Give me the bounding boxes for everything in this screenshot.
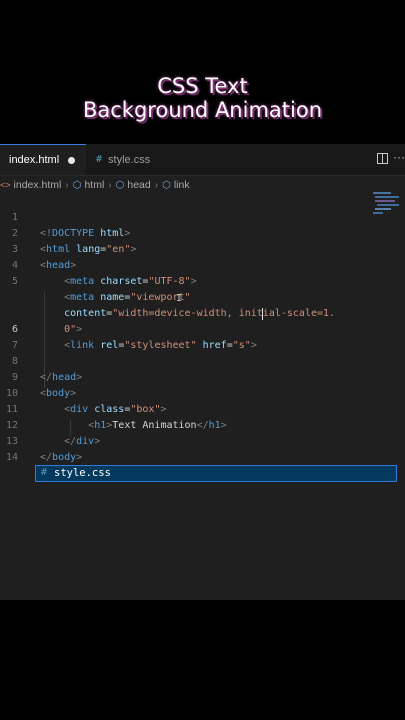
code-line: 5 <meta name="viewport"	[0, 258, 405, 303]
suggestion-label: style.css	[54, 467, 111, 479]
breadcrumb-head[interactable]: head	[127, 179, 150, 191]
text-caret	[262, 308, 263, 320]
element-icon: ⬡	[115, 179, 125, 191]
code-line: 13 </body>	[0, 418, 405, 463]
breadcrumb-html[interactable]: html	[84, 179, 104, 191]
code-line: 8 </head>	[0, 338, 405, 383]
chevron-right-icon: ›	[154, 179, 159, 191]
tab-label: index.html	[9, 154, 60, 166]
chevron-right-icon: ›	[65, 179, 69, 191]
html-file-icon: <>	[0, 180, 11, 190]
video-title-line1: CSS Text	[157, 74, 248, 98]
unsaved-dot-icon	[68, 156, 76, 164]
video-title-line2: Background Animation	[82, 98, 323, 122]
line-number: 14	[5, 452, 18, 463]
code-line: 3 <head>	[0, 226, 405, 271]
autocomplete-suggestion[interactable]: # style.css	[35, 465, 397, 482]
tab-label: style.css	[108, 153, 151, 166]
code-editor[interactable]: index.html # style.css ··· <> index.html…	[0, 144, 405, 600]
tab-bar: index.html # style.css ···	[0, 144, 405, 176]
css-file-icon: #	[96, 154, 103, 165]
element-icon: ⬡	[72, 179, 82, 191]
code-line: content="width=device-width, initial-sca…	[64, 308, 336, 319]
code-line: 7	[0, 322, 405, 351]
code-line: 11 <h1>Text Animation</h1>	[0, 386, 405, 431]
code-line: 4 <meta charset="UTF-8">	[0, 242, 405, 287]
breadcrumb-link[interactable]: link	[174, 179, 190, 191]
code-line-current: 6 <link rel="stylesheet" href="s">	[0, 306, 405, 351]
breadcrumb-file[interactable]: index.html	[14, 179, 62, 191]
more-actions-icon[interactable]: ···	[393, 150, 405, 164]
code-line: 0">	[64, 324, 83, 335]
tab-index-html[interactable]: index.html	[0, 144, 86, 175]
chevron-right-icon: ›	[108, 179, 112, 191]
code-line: 2 <html lang="en">	[0, 210, 405, 255]
tab-style-css[interactable]: # style.css	[86, 144, 166, 175]
split-editor-icon[interactable]	[377, 153, 388, 164]
code-line: 12 </div>	[0, 402, 405, 447]
code-line: 1 <!DOCTYPE html>	[0, 194, 405, 239]
breadcrumb: <> index.html › ⬡ html › ⬡ head › ⬡ link	[0, 176, 405, 194]
code-line: 9 <body>	[0, 354, 405, 399]
code-line: 14 </html>	[0, 434, 405, 479]
mouse-cursor-icon: I	[176, 293, 183, 304]
code-line: 10 <div class="box">	[0, 370, 405, 415]
element-icon: ⬡	[162, 179, 171, 191]
css-file-icon: #	[41, 467, 48, 478]
